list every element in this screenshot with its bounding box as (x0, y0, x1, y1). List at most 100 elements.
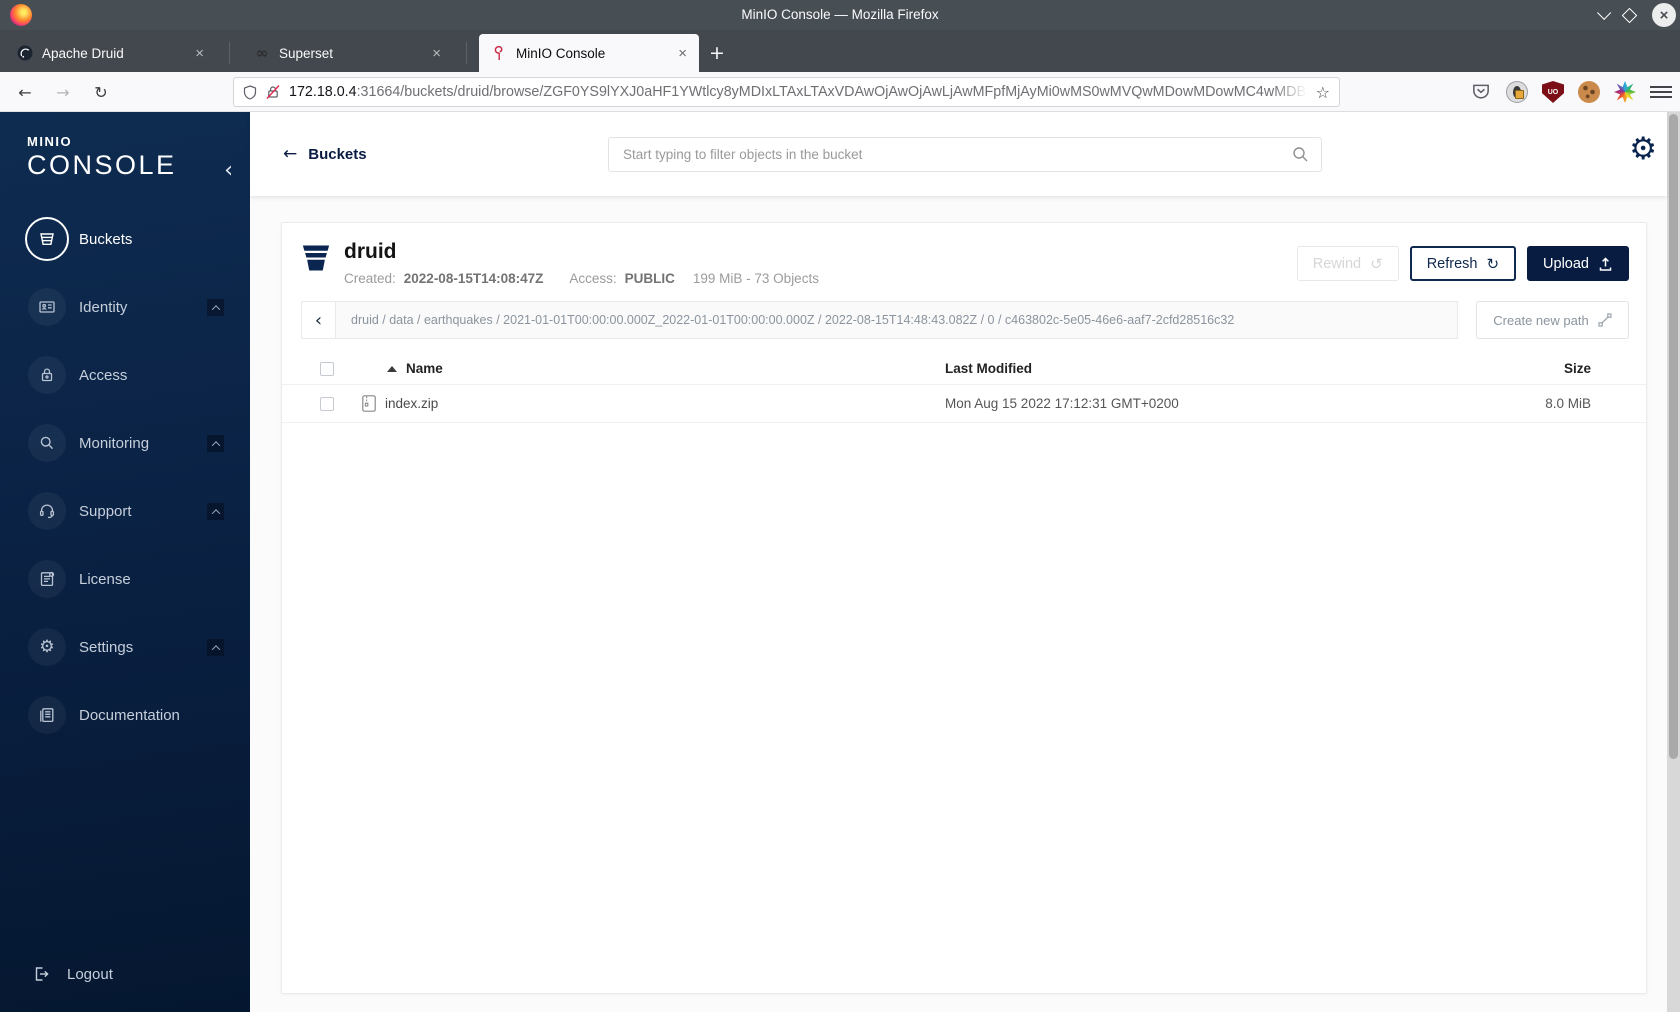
url-path: :31664/buckets/druid/browse/ZGF0YS9lYXJ0… (356, 84, 1307, 100)
create-new-path-button[interactable]: Create new path (1476, 301, 1629, 340)
sidebar-collapse-icon[interactable]: ‹ (224, 160, 233, 182)
object-filter-search[interactable] (608, 137, 1322, 172)
documentation-book-icon (28, 696, 66, 734)
rewind-button[interactable]: Rewind ↺ (1296, 246, 1399, 281)
tracking-shield-icon[interactable] (243, 84, 257, 100)
tab-close-icon[interactable]: × (430, 45, 443, 62)
sidebar-item-label: Identity (79, 298, 128, 316)
chevron-up-icon[interactable] (207, 435, 224, 452)
sidebar-item-monitoring[interactable]: Monitoring (0, 409, 250, 477)
reload-button[interactable]: ↻ (84, 75, 118, 109)
sort-ascending-icon[interactable] (387, 365, 397, 372)
bucket-browser-card: druid Created: 2022-08-15T14:08:47Z Acce… (281, 222, 1647, 994)
tab-close-icon[interactable]: × (676, 45, 689, 62)
breadcrumb: ‹ druid / data / earthquakes / 2021-01-0… (301, 301, 1458, 340)
extension-icon[interactable] (1506, 81, 1528, 103)
content-body: druid Created: 2022-08-15T14:08:47Z Acce… (250, 196, 1667, 1012)
monitoring-magnifier-icon (28, 424, 66, 462)
refresh-icon: ↻ (1486, 254, 1500, 273)
chevron-up-icon[interactable] (207, 503, 224, 520)
column-header-size[interactable]: Size (1395, 361, 1591, 376)
minio-sidebar: MINIO CONSOLE ‹ Buckets Identity Access … (0, 112, 250, 1012)
create-path-icon (1598, 313, 1612, 327)
upload-label: Upload (1543, 255, 1589, 272)
chevron-up-icon[interactable] (207, 639, 224, 656)
upload-button[interactable]: Upload (1527, 246, 1629, 281)
insecure-lock-icon[interactable] (266, 85, 280, 99)
console-settings-gear-icon[interactable]: ⚙ (1629, 134, 1657, 165)
page-scrollbar[interactable] (1667, 112, 1680, 1012)
sidebar-item-settings[interactable]: ⚙ Settings (0, 613, 250, 681)
window-minimize-icon[interactable] (1597, 5, 1612, 20)
window-titlebar: MinIO Console — Mozilla Firefox × (0, 0, 1680, 30)
tab-label: MinIO Console (516, 45, 606, 61)
browser-tab-bar: Apache Druid × ∞ Superset × MinIO Consol… (0, 30, 1680, 72)
sidebar-item-label: License (79, 570, 131, 588)
table-row[interactable]: index.zip Mon Aug 15 2022 17:12:31 GMT+0… (282, 385, 1646, 424)
sidebar-item-license[interactable]: License (0, 545, 250, 613)
chevron-up-icon[interactable] (207, 299, 224, 316)
sidebar-item-label: Settings (79, 638, 134, 656)
sidebar-item-documentation[interactable]: Documentation (0, 681, 250, 749)
new-tab-button[interactable]: + (709, 42, 725, 64)
refresh-button[interactable]: Refresh ↻ (1409, 246, 1517, 281)
sidebar-item-label: Documentation (79, 706, 180, 724)
sidebar-item-access[interactable]: Access (0, 341, 250, 409)
lock-icon (28, 356, 66, 394)
scrollbar-thumb[interactable] (1669, 114, 1678, 759)
window-title: MinIO Console — Mozilla Firefox (741, 7, 939, 22)
tab-superset[interactable]: ∞ Superset × (242, 34, 467, 72)
multicolor-star-extension-icon[interactable] (1614, 81, 1636, 103)
breadcrumb-path[interactable]: druid / data / earthquakes / 2021-01-01T… (336, 302, 1457, 339)
column-header-last-modified[interactable]: Last Modified (945, 361, 1395, 376)
pocket-icon[interactable] (1470, 81, 1492, 103)
logout-icon (35, 967, 49, 981)
minio-logo-large: CONSOLE (27, 150, 177, 180)
cookie-extension-icon[interactable] (1578, 81, 1600, 103)
support-headset-icon (28, 492, 66, 530)
select-all-checkbox[interactable] (320, 361, 334, 376)
back-button[interactable]: ← (8, 75, 42, 109)
rewind-icon: ↺ (1370, 254, 1383, 273)
bucket-meta: Created: 2022-08-15T14:08:47Z Access: PU… (344, 271, 819, 286)
license-document-icon (28, 560, 66, 598)
logout-label: Logout (67, 965, 113, 983)
sidebar-item-buckets[interactable]: Buckets (0, 205, 250, 273)
breadcrumb-back-chevron[interactable]: ‹ (302, 302, 336, 339)
bookmark-star-icon[interactable]: ☆ (1316, 83, 1330, 102)
sidebar-item-label: Support (79, 502, 132, 520)
object-name[interactable]: index.zip (385, 396, 438, 411)
back-to-buckets-label: Buckets (308, 145, 367, 163)
forward-button[interactable]: → (46, 75, 80, 109)
bucket-name: druid (344, 240, 397, 263)
row-checkbox[interactable] (320, 396, 334, 411)
sidebar-item-label: Access (79, 366, 128, 384)
bucket-usage: 199 MiB - 73 Objects (692, 271, 819, 287)
sidebar-item-identity[interactable]: Identity (0, 273, 250, 341)
objects-table: Name Last Modified Size index.zip Mon Au… (282, 353, 1646, 424)
tab-apache-druid[interactable]: Apache Druid × (5, 34, 230, 72)
url-bar[interactable]: 172.18.0.4:31664/buckets/druid/browse/ZG… (233, 77, 1340, 107)
sidebar-item-logout[interactable]: Logout (0, 964, 250, 984)
minio-flamingo-icon (494, 45, 503, 60)
tab-minio-console[interactable]: MinIO Console × (479, 34, 699, 72)
hamburger-menu-icon[interactable] (1650, 81, 1672, 103)
column-header-name[interactable]: Name (406, 361, 443, 376)
refresh-label: Refresh (1426, 255, 1478, 272)
url-text[interactable]: 172.18.0.4:31664/buckets/druid/browse/ZG… (289, 84, 1307, 100)
access-value: PUBLIC (624, 271, 675, 287)
druid-icon (17, 45, 33, 61)
sidebar-item-support[interactable]: Support (0, 477, 250, 545)
tab-label: Superset (279, 45, 334, 61)
minio-logo-small: MINIO (27, 134, 73, 149)
back-to-buckets-link[interactable]: ← Buckets (283, 144, 367, 164)
url-host: 172.18.0.4 (289, 84, 357, 100)
sidebar-item-label: Buckets (79, 230, 133, 248)
window-close-button[interactable]: × (1652, 3, 1676, 27)
search-input[interactable] (621, 146, 1292, 163)
bucket-icon (302, 245, 330, 271)
tab-close-icon[interactable]: × (193, 45, 206, 62)
ublock-origin-icon[interactable]: UO (1542, 81, 1564, 103)
content-header: ← Buckets ⚙ (250, 112, 1667, 196)
window-maximize-icon[interactable] (1621, 7, 1638, 23)
